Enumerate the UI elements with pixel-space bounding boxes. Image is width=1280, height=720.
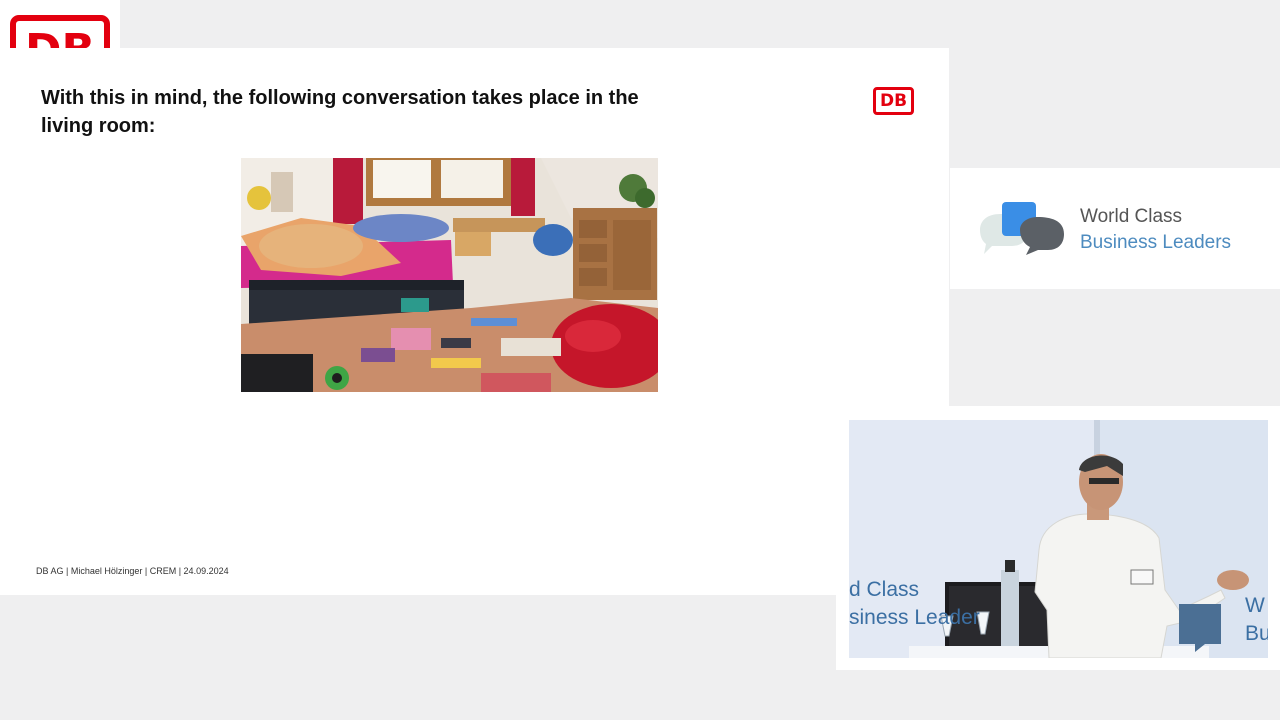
brand-line-1: World Class [1080, 206, 1183, 227]
backdrop-right-2: Bu [1245, 622, 1268, 645]
backdrop-right-1: W [1245, 594, 1265, 617]
slide-db-logo: DB [873, 87, 914, 115]
backdrop-line-2: siness Leader [849, 606, 980, 629]
brand-name: World Class Business Leaders [1080, 204, 1231, 256]
speaker-video: d Class siness Leader W Bu [849, 420, 1268, 658]
brand-panel: World Class Business Leaders [950, 168, 1280, 289]
backdrop-text-left: d Class siness Leader [849, 576, 980, 632]
brand-line-2: Business Leaders [1080, 232, 1232, 253]
backdrop-line-1: d Class [849, 578, 920, 601]
slide-heading: With this in mind, the following convers… [41, 87, 639, 137]
slide-content: With this in mind, the following convers… [0, 0, 949, 595]
messy-bedroom-photo [241, 158, 658, 392]
slide-footer: DB AG | Michael Hölzinger | CREM | 24.09… [36, 566, 229, 576]
slide-db-logo-text: DB [879, 91, 908, 111]
world-class-logo-icon [980, 202, 1064, 255]
backdrop-text-right: W Bu [1245, 592, 1268, 648]
presentation-slide: With this in mind, the following convers… [0, 48, 949, 595]
